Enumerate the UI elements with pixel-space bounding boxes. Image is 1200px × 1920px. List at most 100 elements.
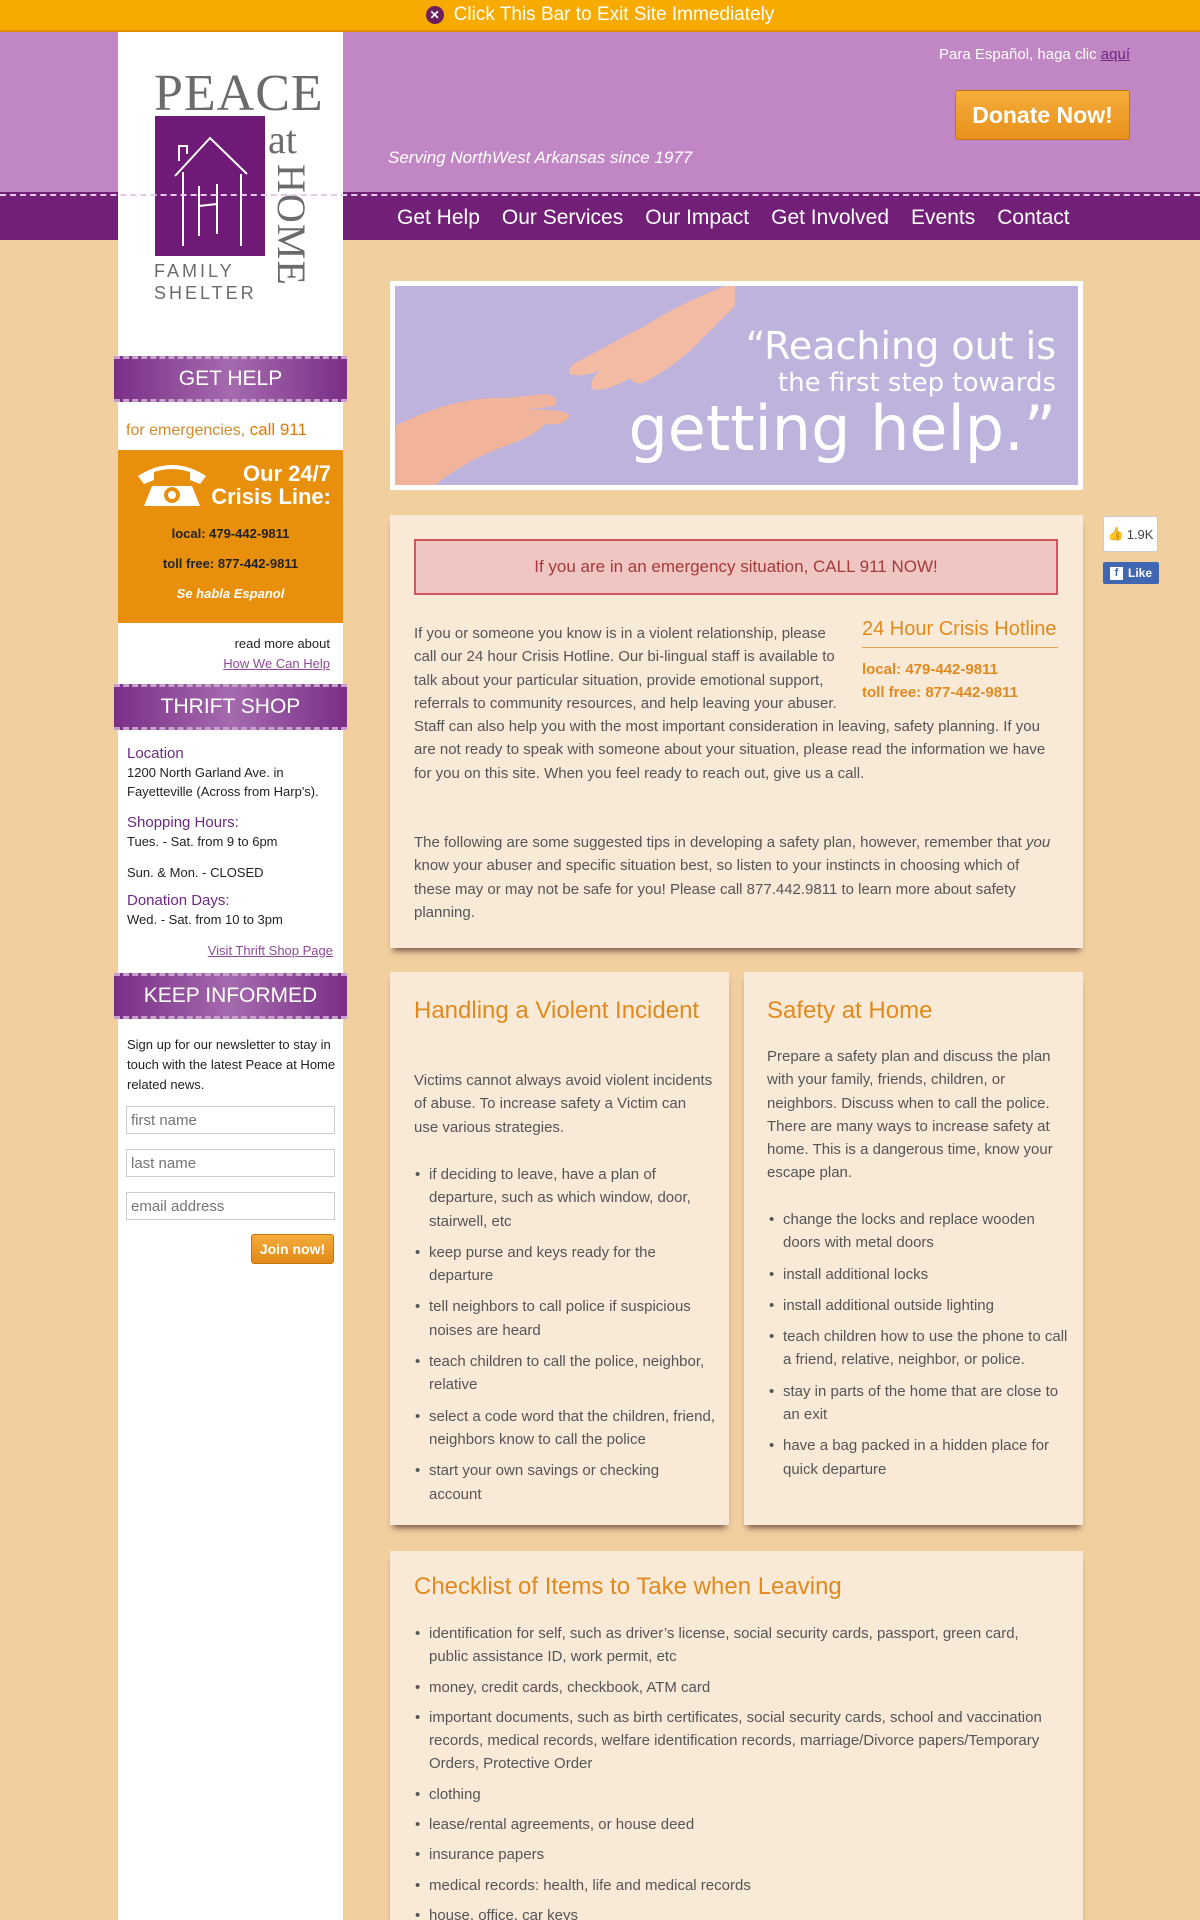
- crisis-local: local: 479-442-9811: [171, 526, 290, 541]
- thrift-closed: Sun. & Mon. - CLOSED: [127, 865, 264, 880]
- emergency-note: for emergencies, call 911: [126, 420, 307, 440]
- donation-text: Wed. - Sat. from 10 to 3pm: [127, 912, 283, 927]
- tips-paragraph: The following are some suggested tips in…: [414, 831, 1058, 924]
- banner-line-1: “Reaching out is: [745, 324, 1056, 368]
- logo-family-shelter: FAMILY SHELTER: [154, 260, 257, 304]
- exit-site-bar[interactable]: ✕ Click This Bar to Exit Site Immediatel…: [0, 0, 1200, 32]
- nav-get-help[interactable]: Get Help: [397, 206, 480, 230]
- like-label: Like: [1127, 566, 1152, 580]
- close-icon: ✕: [425, 6, 444, 24]
- logo-peace: PEACE: [154, 65, 324, 122]
- hero-banner: “Reaching out is the first step towards …: [390, 281, 1083, 490]
- nav-events[interactable]: Events: [911, 206, 975, 230]
- read-more-text: read more about: [234, 636, 330, 651]
- list-item: house, office, car keys: [415, 1904, 1055, 1920]
- nav-our-services[interactable]: Our Services: [502, 206, 623, 230]
- list-item: important documents, such as birth certi…: [415, 1706, 1055, 1776]
- list-item: insurance papers: [415, 1843, 1055, 1867]
- thrift-shop-heading: THRIFT SHOP: [114, 684, 347, 730]
- banner-line-3: getting help.”: [628, 392, 1056, 465]
- safety-at-home-text: Prepare a safety plan and discuss the pl…: [767, 1048, 1053, 1182]
- list-item: teach children to call the police, neigh…: [415, 1350, 715, 1397]
- tagline: Serving NorthWest Arkansas since 1977: [388, 148, 693, 167]
- site-logo[interactable]: PEACE at HOME FAMILY SHELTER: [150, 64, 323, 314]
- logo-home: HOME: [269, 164, 314, 286]
- thrift-hours: Shopping Hours: Tues. - Sat. from 9 to 6…: [127, 813, 337, 851]
- read-more: read more about How We Can Help: [223, 634, 330, 674]
- email-field[interactable]: [126, 1192, 335, 1220]
- list-item: select a code word that the children, fr…: [415, 1405, 715, 1452]
- list-item: stay in parts of the home that are close…: [769, 1380, 1069, 1427]
- checklist-title: Checklist of Items to Take when Leaving: [414, 1573, 842, 1600]
- nav-our-impact[interactable]: Our Impact: [645, 206, 749, 230]
- hours-label: Shopping Hours:: [127, 814, 239, 831]
- violent-incident-list: if deciding to leave, have a plan of dep…: [415, 1163, 715, 1514]
- logo-family: FAMILY: [154, 261, 235, 281]
- list-item: change the locks and replace wooden door…: [769, 1208, 1069, 1255]
- violent-incident-text: Victims cannot always avoid violent inci…: [414, 1072, 713, 1136]
- last-name-field[interactable]: [126, 1149, 335, 1177]
- safety-at-home-title: Safety at Home: [767, 997, 933, 1024]
- crisis-line-box: Our 24/7 Crisis Line: local: 479-442-981…: [118, 450, 343, 623]
- crisis-hotline-box: 24 Hour Crisis Hotline local: 479-442-98…: [862, 618, 1058, 704]
- emergency-call: call 911: [249, 420, 307, 439]
- phone-icon: [134, 460, 210, 508]
- hotline-local: local: 479-442-9811: [862, 661, 998, 679]
- logo-shelter: SHELTER: [154, 283, 257, 303]
- main-nav: Get Help Our Services Our Impact Get Inv…: [386, 196, 1081, 240]
- like-count: 1.9K: [1126, 526, 1154, 542]
- first-name-field[interactable]: [126, 1106, 335, 1134]
- spanish-link-text: Para Español, haga clic aquí: [939, 46, 1130, 63]
- hours-text: Tues. - Sat. from 9 to 6pm: [127, 834, 278, 849]
- list-item: teach children how to use the phone to c…: [769, 1325, 1069, 1372]
- list-item: if deciding to leave, have a plan of dep…: [415, 1163, 715, 1233]
- list-item: medical records: health, life and medica…: [415, 1874, 1055, 1898]
- newsletter-text: Sign up for our newsletter to stay in to…: [127, 1037, 336, 1092]
- facebook-icon: f: [1109, 566, 1123, 580]
- thrift-donation: Donation Days: Wed. - Sat. from 10 to 3p…: [127, 891, 337, 929]
- get-help-heading: GET HELP: [114, 356, 347, 402]
- spanish-link[interactable]: aquí: [1101, 46, 1130, 63]
- logo-at: at: [268, 117, 297, 162]
- facebook-like-button[interactable]: f Like: [1103, 562, 1159, 584]
- join-button[interactable]: Join now!: [251, 1234, 334, 1264]
- tips-text-a: The following are some suggested tips in…: [414, 834, 1022, 851]
- emergency-alert: If you are in an emergency situation, CA…: [414, 539, 1058, 595]
- safety-at-home-list: change the locks and replace wooden door…: [769, 1208, 1069, 1489]
- thrift-location: Location 1200 North Garland Ave. in Faye…: [127, 744, 337, 801]
- list-item: install additional outside lighting: [769, 1294, 1069, 1318]
- like-count-box: 👍 1.9K: [1103, 516, 1158, 552]
- tips-text-b: know your abuser and specific situation …: [414, 857, 1020, 921]
- list-item: tell neighbors to call police if suspici…: [415, 1295, 715, 1342]
- donation-label: Donation Days:: [127, 892, 230, 909]
- emergency-prefix: for emergencies,: [126, 422, 246, 439]
- list-item: clothing: [415, 1783, 1055, 1807]
- nav-contact[interactable]: Contact: [997, 206, 1069, 230]
- intro-text: 24 Hour Crisis Hotline local: 479-442-98…: [414, 618, 1058, 785]
- house-icon: [155, 116, 265, 256]
- nav-get-involved[interactable]: Get Involved: [771, 206, 889, 230]
- location-text: 1200 North Garland Ave. in Fayetteville …: [127, 765, 319, 799]
- crisis-title: Our 24/7 Crisis Line:: [211, 461, 331, 509]
- visit-thrift-shop-link[interactable]: Visit Thrift Shop Page: [208, 943, 333, 958]
- spanish-prompt: Para Español, haga clic: [939, 46, 1097, 63]
- exit-bar-label: Click This Bar to Exit Site Immediately: [453, 4, 775, 25]
- list-item: keep purse and keys ready for the depart…: [415, 1241, 715, 1288]
- checklist-list: identification for self, such as driver’…: [415, 1622, 1055, 1920]
- list-item: lease/rental agreements, or house deed: [415, 1813, 1055, 1837]
- crisis-espanol: Se habla Espanol: [176, 586, 285, 601]
- list-item: money, credit cards, checkbook, ATM card: [415, 1676, 1055, 1700]
- list-item: have a bag packed in a hidden place for …: [769, 1434, 1069, 1481]
- how-we-can-help-link[interactable]: How We Can Help: [223, 656, 330, 671]
- location-label: Location: [127, 745, 184, 762]
- thumbs-up-icon: 👍: [1107, 526, 1124, 541]
- crisis-toll-free: toll free: 877-442-9811: [162, 556, 299, 571]
- violent-incident-title: Handling a Violent Incident: [414, 997, 700, 1024]
- hotline-toll-free: toll free: 877-442-9811: [862, 684, 1018, 702]
- list-item: install additional locks: [769, 1263, 1069, 1287]
- keep-informed-heading: KEEP INFORMED: [114, 973, 347, 1019]
- donate-button[interactable]: Donate Now!: [955, 90, 1130, 140]
- list-item: identification for self, such as driver’…: [415, 1622, 1055, 1669]
- tips-emphasis: you: [1026, 834, 1051, 851]
- hotline-title: 24 Hour Crisis Hotline: [862, 618, 1058, 649]
